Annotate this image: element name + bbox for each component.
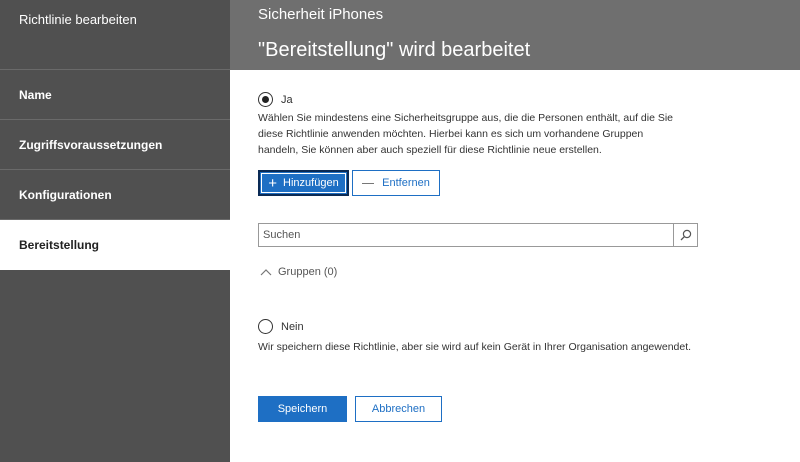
sidebar-item-label: Bereitstellung xyxy=(19,237,100,252)
sidebar-title: Richtlinie bearbeiten xyxy=(0,0,230,70)
option-no-description: Wir speichern diese Richtlinie, aber sie… xyxy=(258,341,692,353)
add-button-label: Hinzufügen xyxy=(283,177,339,189)
search-icon xyxy=(680,229,691,241)
page-title: "Bereitstellung" wird bearbeitet xyxy=(258,39,531,61)
remove-button[interactable]: Entfernen xyxy=(352,170,440,196)
groups-toggle[interactable]: Gruppen (0) xyxy=(260,266,337,278)
sidebar-item-label: Name xyxy=(19,87,52,102)
save-button[interactable]: Speichern xyxy=(258,396,347,422)
option-yes-label: Ja xyxy=(281,93,293,106)
groups-label: Gruppen (0) xyxy=(278,266,338,278)
sidebar-item-label: Zugriffsvoraussetzungen xyxy=(19,137,163,152)
radio-no[interactable] xyxy=(258,319,273,334)
cancel-button-label: Abbrechen xyxy=(371,403,426,415)
cancel-button[interactable]: Abbrechen xyxy=(355,396,442,422)
option-no[interactable]: Nein xyxy=(258,319,304,334)
remove-button-label: Entfernen xyxy=(382,177,430,189)
search-input[interactable] xyxy=(259,224,673,246)
sidebar: Richtlinie bearbeiten Name Zugriffsvorau… xyxy=(0,0,230,462)
option-no-label: Nein xyxy=(281,320,304,333)
sidebar-item-configurations[interactable]: Konfigurationen xyxy=(0,170,230,220)
search-button[interactable] xyxy=(673,224,697,246)
sidebar-item-access-requirements[interactable]: Zugriffsvoraussetzungen xyxy=(0,120,230,170)
option-yes[interactable]: Ja xyxy=(258,92,293,107)
save-button-label: Speichern xyxy=(277,403,328,415)
main-content: Ja Wählen Sie mindestens eine Sicherheit… xyxy=(230,70,800,462)
radio-yes[interactable] xyxy=(258,92,273,107)
sidebar-item-deployment[interactable]: Bereitstellung xyxy=(0,220,230,270)
plus-icon: + xyxy=(268,174,278,192)
page-header: Sicherheit iPhones "Bereitstellung" wird… xyxy=(230,0,800,70)
sidebar-item-name[interactable]: Name xyxy=(0,70,230,120)
add-button[interactable]: + Hinzufügen xyxy=(258,170,349,196)
search-box xyxy=(258,223,698,247)
chevron-up-icon xyxy=(260,269,272,276)
option-yes-description: Wählen Sie mindestens eine Sicherheitsgr… xyxy=(258,112,674,156)
minus-icon xyxy=(362,182,375,184)
sidebar-item-label: Konfigurationen xyxy=(19,187,112,202)
policy-name: Sicherheit iPhones xyxy=(258,6,384,23)
